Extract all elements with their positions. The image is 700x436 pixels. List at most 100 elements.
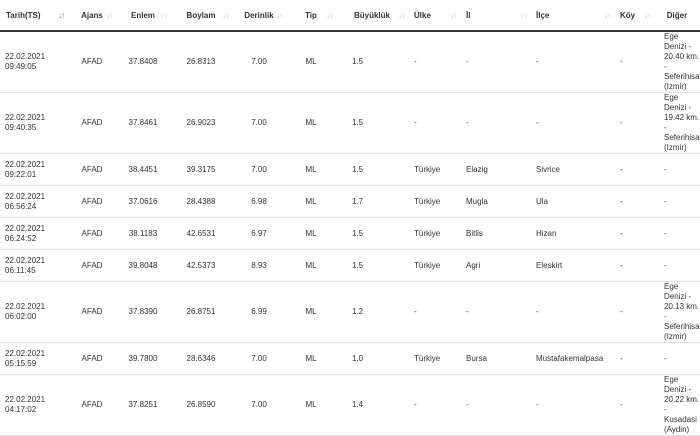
cell-other-line: (Aydin) [664, 425, 690, 434]
cell-district: Ula [530, 185, 614, 218]
cell-village: - [614, 153, 654, 186]
sort-icon[interactable]: ↓↑ [604, 11, 611, 20]
cell-other-line: Seferihisar [664, 72, 700, 81]
cell-time: 09:49:05 [5, 62, 37, 71]
col-header-other[interactable]: Diğer [654, 0, 700, 32]
col-header-province[interactable]: İl ↓↑ [460, 0, 530, 32]
cell-time: 05:15:59 [5, 358, 37, 368]
cell-other-line: 20.13 km. - [664, 302, 700, 321]
cell-magnitude: 1.5 [336, 153, 408, 186]
cell-agency: AFAD [68, 185, 116, 218]
cell-longitude: 26.8751 [170, 281, 232, 343]
cell-other-line: - [664, 228, 667, 238]
cell-depth: 8.93 [232, 249, 286, 282]
cell-province: - [460, 374, 530, 436]
cell-date: 22.02.2021 [5, 348, 46, 358]
cell-depth: 6.99 [232, 281, 286, 343]
table-row[interactable]: 22.02.2021 09:22:01 AFAD 38.4451 39.3175 7.00… [0, 153, 700, 186]
sort-icon[interactable]: ↓↑ [222, 11, 229, 20]
col-header-country[interactable]: Ülke ↓↑ [408, 0, 460, 32]
cell-agency: AFAD [68, 92, 116, 154]
cell-type: ML [286, 31, 336, 93]
cell-district: Sivrice [530, 153, 614, 186]
col-header-date[interactable]: Tarih(TS) ↓↑ [0, 0, 68, 32]
col-header-longitude[interactable]: Boylam ↓↑ [170, 0, 232, 32]
cell-magnitude: 1.0 [336, 342, 408, 375]
sort-icon[interactable]: ↓↑ [276, 11, 283, 20]
cell-time: 06:02:00 [5, 312, 37, 321]
sort-icon[interactable]: ↓↑ [160, 11, 167, 20]
cell-other-line: Ege Denizi - [664, 32, 692, 51]
cell-other: Ege Denizi -20.22 km. - Kusadasi (Aydin) [654, 374, 700, 436]
cell-other-line: (Izmir) [664, 143, 687, 152]
cell-time: 06:24:52 [5, 233, 37, 243]
cell-village: - [614, 249, 654, 282]
cell-date: 22.02.2021 [5, 302, 46, 311]
cell-latitude: 39.8048 [116, 249, 170, 282]
table-row[interactable]: 22.02.2021 06:24:52 AFAD 38.1183 42.6531 6.97… [0, 217, 700, 250]
cell-magnitude: 1.5 [336, 217, 408, 250]
table-row[interactable]: 22.02.2021 05:15:59 AFAD 39.7800 28.6346 7.00… [0, 342, 700, 375]
col-header-type[interactable]: Tip ↓↑ [286, 0, 336, 32]
cell-country: Türkiye [408, 342, 460, 375]
cell-district: - [530, 281, 614, 343]
cell-other-line: - [664, 196, 667, 206]
col-header-agency[interactable]: Ajans ↓↑ [68, 0, 116, 32]
col-header-latitude[interactable]: Enlem ↓↑ [116, 0, 170, 32]
table-row[interactable]: 22.02.2021 04:17:02 AFAD 37.8251 26.8590 7.00… [0, 374, 700, 436]
cell-datetime: 22.02.2021 09:40:35 [0, 92, 68, 154]
sort-icon[interactable]: ↓↑ [106, 11, 113, 20]
col-header-magnitude[interactable]: Büyüklük ↓↑ [336, 0, 408, 32]
cell-village: - [614, 374, 654, 436]
table-row[interactable]: 22.02.2021 09:40:35 AFAD 37.8461 26.9023 7.00… [0, 92, 700, 154]
cell-other-line: Seferihisar [664, 322, 700, 331]
sort-icon[interactable]: ↓↑ [450, 11, 457, 20]
cell-type: ML [286, 281, 336, 343]
cell-district: Hizan [530, 217, 614, 250]
col-header-district[interactable]: İlçe ↓↑ [530, 0, 614, 32]
cell-date: 22.02.2021 [5, 223, 46, 233]
sort-desc-icon[interactable]: ↓↑ [58, 11, 65, 20]
cell-longitude: 26.9023 [170, 92, 232, 154]
col-header-village[interactable]: Köy ↓↑ [614, 0, 654, 32]
sort-icon[interactable]: ↓↑ [520, 11, 527, 20]
cell-agency: AFAD [68, 374, 116, 436]
cell-depth: 7.00 [232, 153, 286, 186]
sort-icon[interactable]: ↓↑ [644, 11, 651, 20]
cell-province: - [460, 31, 530, 93]
cell-country: Türkiye [408, 249, 460, 282]
sort-icon[interactable]: ↓↑ [398, 11, 405, 20]
cell-village: - [614, 281, 654, 343]
cell-agency: AFAD [68, 31, 116, 93]
cell-type: ML [286, 374, 336, 436]
cell-other-line: - [664, 164, 667, 174]
cell-agency: AFAD [68, 281, 116, 343]
cell-time: 09:22:01 [5, 169, 37, 179]
cell-agency: AFAD [68, 342, 116, 375]
cell-province: Mugla [460, 185, 530, 218]
cell-type: ML [286, 92, 336, 154]
cell-village: - [614, 185, 654, 218]
cell-longitude: 42.6531 [170, 217, 232, 250]
cell-magnitude: 1.2 [336, 281, 408, 343]
table-row[interactable]: 22.02.2021 09:49:05 AFAD 37.8408 26.8313 7.00… [0, 31, 700, 93]
cell-latitude: 37.8461 [116, 92, 170, 154]
cell-type: ML [286, 217, 336, 250]
cell-longitude: 39.3175 [170, 153, 232, 186]
table-row[interactable]: 22.02.2021 06:56:24 AFAD 37.0616 28.4388 6.98… [0, 185, 700, 218]
cell-datetime: 22.02.2021 06:24:52 [0, 217, 68, 250]
cell-other-line: Ege Denizi - [664, 93, 692, 112]
sort-icon[interactable]: ↓↑ [326, 11, 333, 20]
col-header-label: İlçe [536, 10, 550, 20]
cell-other: Ege Denizi -20.13 km. - Seferihisar (Izmir… [654, 281, 700, 343]
cell-other: Ege Denizi -19.42 km. - Seferihisar (Izmir… [654, 92, 700, 154]
table-row[interactable]: 22.02.2021 06:11:45 AFAD 39.8048 42.5373 8.93… [0, 249, 700, 282]
cell-datetime: 22.02.2021 06:56:24 [0, 185, 68, 218]
cell-agency: AFAD [68, 249, 116, 282]
col-header-depth[interactable]: Derinlik ↓↑ [232, 0, 286, 32]
cell-other: - [654, 249, 700, 282]
cell-type: ML [286, 249, 336, 282]
cell-latitude: 37.8390 [116, 281, 170, 343]
table-row[interactable]: 22.02.2021 06:02:00 AFAD 37.8390 26.8751 6.99… [0, 281, 700, 343]
cell-agency: AFAD [68, 153, 116, 186]
